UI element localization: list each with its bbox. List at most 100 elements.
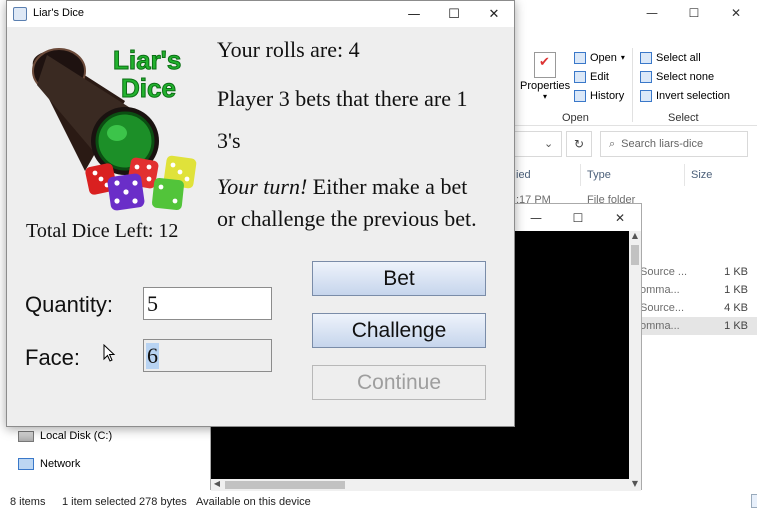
- select-all-label: Select all: [656, 51, 701, 64]
- select-none-button[interactable]: Select none: [640, 67, 730, 86]
- open-group: Open ▾ Edit History: [574, 48, 625, 105]
- select-all-button[interactable]: Select all: [640, 48, 730, 67]
- address-bar[interactable]: ⌄: [510, 131, 562, 157]
- nav-label: Local Disk (C:): [40, 430, 113, 442]
- scroll-left-icon[interactable]: ◀: [211, 479, 223, 491]
- turn-emphasis: Your turn!: [217, 174, 308, 199]
- horizontal-scrollbar[interactable]: ◀: [211, 479, 629, 491]
- file-name: omma...: [640, 320, 680, 332]
- explorer-ribbon: Properties ▾ Open▾ Edit History Open Sel…: [510, 40, 757, 126]
- file-size: 4 KB: [724, 302, 748, 314]
- file-name: Source...: [640, 302, 685, 314]
- large-icons-view-icon[interactable]: [751, 494, 757, 508]
- column-date-modified[interactable]: ied: [516, 164, 531, 186]
- invert-selection-icon: [640, 89, 652, 102]
- open-icon: [574, 51, 586, 64]
- previous-bet-message-cont: 3's: [217, 128, 241, 153]
- column-divider: [684, 164, 685, 186]
- edit-icon: [574, 70, 586, 83]
- bet-button[interactable]: Bet: [312, 261, 486, 296]
- history-label: History: [590, 89, 625, 102]
- file-name: omma...: [640, 284, 680, 296]
- liars-dice-window: Liar's Dice — ☐ ✕ Liar's Dice Your rolls…: [6, 0, 515, 427]
- column-size[interactable]: Size: [691, 164, 712, 186]
- list-item[interactable]: omma... 1 KB: [640, 281, 757, 299]
- explorer-window-controls: — ☐ ✕: [631, 0, 757, 26]
- quantity-label: Quantity:: [25, 292, 114, 317]
- ribbon-divider: [632, 48, 633, 122]
- mouse-pointer-icon: [103, 344, 116, 362]
- file-size: 1 KB: [724, 284, 748, 296]
- file-size: 1 KB: [724, 266, 748, 278]
- search-input[interactable]: ⌕ Search liars-dice: [600, 131, 748, 157]
- turn-prompt-cont: or challenge the previous bet.: [217, 206, 477, 231]
- invert-selection-button[interactable]: Invert selection: [640, 86, 730, 105]
- maximize-icon[interactable]: ☐: [673, 0, 715, 26]
- rolls-message: Your rolls are: 4: [217, 37, 360, 62]
- status-availability: Available on this device: [196, 496, 311, 508]
- vertical-scrollbar[interactable]: ▲ ▼: [629, 231, 641, 491]
- svg-text:Liar's: Liar's: [113, 45, 181, 75]
- quantity-field[interactable]: [143, 287, 272, 320]
- properties-label: Properties: [520, 80, 571, 92]
- file-name: Source ...: [640, 266, 688, 278]
- open-button[interactable]: Open ▾: [574, 48, 625, 67]
- open-group-label: Open: [562, 112, 589, 124]
- nav-item-network[interactable]: Network: [18, 458, 80, 470]
- select-all-icon: [640, 51, 652, 64]
- network-icon: [18, 458, 34, 470]
- scroll-thumb[interactable]: [631, 245, 639, 265]
- liars-dice-titlebar: Liar's Dice — ☐ ✕: [7, 1, 514, 27]
- status-item-count: 8 items: [10, 496, 46, 508]
- minimize-icon[interactable]: —: [631, 0, 673, 26]
- search-placeholder: Search liars-dice: [621, 138, 704, 150]
- list-item[interactable]: Source... 4 KB: [640, 299, 757, 317]
- drive-icon: [18, 430, 34, 442]
- scroll-down-icon[interactable]: ▼: [629, 479, 641, 491]
- select-group: Select all Select none Invert selection: [640, 48, 730, 105]
- edit-button[interactable]: Edit: [574, 67, 625, 86]
- face-field[interactable]: [143, 339, 272, 372]
- refresh-icon[interactable]: ↻: [566, 131, 592, 157]
- maximize-icon[interactable]: ☐: [434, 1, 474, 27]
- invert-selection-label: Invert selection: [656, 89, 730, 102]
- liars-dice-window-controls: — ☐ ✕: [394, 1, 514, 27]
- history-icon: [574, 89, 586, 102]
- nav-item-local-disk[interactable]: Local Disk (C:): [18, 430, 112, 442]
- properties-button[interactable]: Properties ▾: [520, 48, 570, 101]
- java-app-icon: [13, 7, 27, 21]
- minimize-icon[interactable]: —: [515, 204, 557, 231]
- close-icon[interactable]: ✕: [715, 0, 757, 26]
- window-title: Liar's Dice: [33, 7, 85, 19]
- nav-label: Network: [40, 458, 81, 470]
- chevron-down-icon[interactable]: ⌄: [544, 137, 553, 150]
- close-icon[interactable]: ✕: [599, 204, 641, 231]
- close-icon[interactable]: ✕: [474, 1, 514, 27]
- scroll-up-icon[interactable]: ▲: [629, 231, 641, 243]
- file-size: 1 KB: [724, 320, 748, 332]
- list-item[interactable]: Source ... 1 KB: [640, 263, 757, 281]
- properties-icon: [534, 52, 556, 78]
- turn-prompt-rest: Either make a bet: [307, 174, 468, 199]
- history-button[interactable]: History: [574, 86, 625, 105]
- open-label: Open: [590, 51, 617, 64]
- search-icon: ⌕: [609, 137, 616, 150]
- svg-text:Dice: Dice: [121, 73, 176, 103]
- total-dice-left: Total Dice Left: 12: [26, 220, 179, 242]
- face-label: Face:: [25, 345, 81, 370]
- status-selection: 1 item selected 278 bytes: [62, 496, 187, 508]
- minimize-icon[interactable]: —: [394, 1, 434, 27]
- console-window-controls: — ☐ ✕: [515, 204, 641, 231]
- scroll-thumb[interactable]: [225, 481, 345, 489]
- turn-prompt: Your turn! Either make a bet: [217, 174, 467, 200]
- liars-dice-logo: Liar's Dice: [32, 45, 197, 211]
- continue-button[interactable]: Continue: [312, 365, 486, 400]
- column-divider: [580, 164, 581, 186]
- challenge-button[interactable]: Challenge: [312, 313, 486, 348]
- column-type[interactable]: Type: [587, 164, 611, 186]
- chevron-down-icon: ▾: [542, 92, 547, 101]
- select-none-icon: [640, 70, 652, 83]
- list-item-selected[interactable]: omma... 1 KB: [640, 317, 757, 335]
- select-none-label: Select none: [656, 70, 715, 83]
- maximize-icon[interactable]: ☐: [557, 204, 599, 231]
